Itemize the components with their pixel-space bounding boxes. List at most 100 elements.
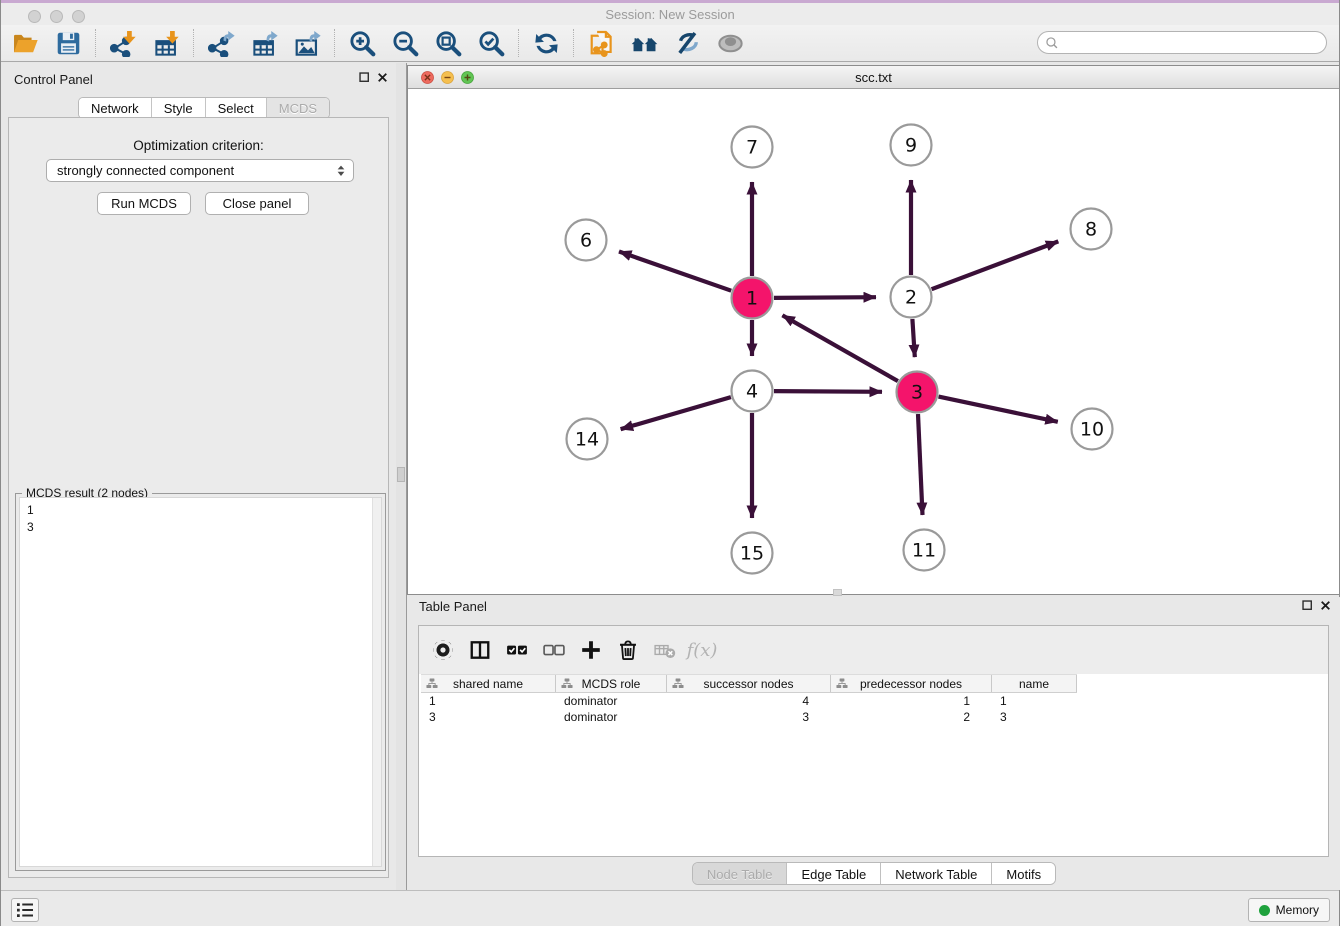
result-scrollbar[interactable] [372,498,381,866]
edge-3-10[interactable] [939,397,1058,422]
table-cell[interactable]: 2 [831,709,992,725]
close-network-icon[interactable] [421,71,434,84]
node-9[interactable]: 9 [891,125,932,166]
tab-network[interactable]: Network [79,98,152,118]
table-cell[interactable]: 3 [421,709,556,725]
node-11[interactable]: 11 [904,530,945,571]
unselect-all-columns-button[interactable] [538,633,570,667]
node-label: 6 [580,230,592,252]
memory-button[interactable]: Memory [1248,898,1330,922]
edge-2-3[interactable] [912,319,914,357]
create-column-button[interactable] [575,633,607,667]
zoom-selected-button[interactable] [473,27,509,59]
zoom-in-button[interactable] [344,27,380,59]
import-network-button[interactable] [105,27,141,59]
tab-motifs[interactable]: Motifs [992,863,1055,884]
minimize-network-icon[interactable] [441,71,454,84]
close-table-panel-icon[interactable] [1320,600,1331,611]
edge-2-8[interactable] [932,241,1059,289]
close-panel-icon[interactable] [377,72,388,83]
node-3[interactable]: 3 [897,372,938,413]
search-box[interactable] [1037,31,1327,54]
node-4[interactable]: 4 [732,371,773,412]
status-bar: Memory [1,890,1339,926]
edge-1-2[interactable] [774,297,876,298]
table-cell[interactable]: 1 [421,693,556,709]
network-canvas[interactable]: 1 2 3 4 6 7 8 9 10 11 14 15 [408,89,1339,594]
birdseye-icon [717,30,744,57]
export-image-button[interactable] [289,27,325,59]
column-header-shared-name[interactable]: shared name [421,675,556,692]
table-cell[interactable]: 1 [831,693,992,709]
open-session-button[interactable] [7,27,43,59]
new-network-from-selection-button[interactable] [583,27,619,59]
task-history-button[interactable] [11,898,39,922]
tab-style[interactable]: Style [152,98,206,118]
edge-3-1[interactable] [782,315,898,381]
node-1[interactable]: 1 [732,278,773,319]
splitter-handle[interactable] [397,467,405,482]
tab-edge-table[interactable]: Edge Table [787,863,881,884]
table-splitter-handle[interactable] [833,589,842,596]
search-input[interactable] [1059,36,1326,50]
table-cell[interactable]: dominator [556,693,667,709]
column-header-name[interactable]: name [992,675,1077,692]
table-cell[interactable]: 3 [992,709,1077,725]
mcds-result-textarea[interactable]: 13 [19,497,382,867]
network-graph[interactable]: 1 2 3 4 6 7 8 9 10 11 14 15 [408,89,1339,594]
save-session-button[interactable] [50,27,86,59]
run-mcds-button[interactable]: Run MCDS [97,192,191,215]
tab-node-table[interactable]: Node Table [693,863,788,884]
node-7[interactable]: 7 [732,127,773,168]
tab-network-table[interactable]: Network Table [881,863,992,884]
node-8[interactable]: 8 [1071,209,1112,250]
edge-4-3[interactable] [774,391,882,392]
zoom-fit-icon [435,30,462,57]
flow-icon [836,678,848,690]
import-table-button[interactable] [148,27,184,59]
edge-4-14[interactable] [621,397,731,429]
column-header-predecessor-nodes[interactable]: predecessor nodes [831,675,992,692]
apply-layout-button[interactable] [528,27,564,59]
export-network-button[interactable] [203,27,239,59]
close-panel-button[interactable]: Close panel [205,192,309,215]
maximize-network-icon[interactable] [461,71,474,84]
delete-columns-button[interactable] [612,633,644,667]
float-table-panel-icon[interactable] [1302,600,1313,611]
mcds-panel: Optimization criterion: strongly connect… [8,117,389,878]
node-15[interactable]: 15 [732,533,773,574]
table-cell[interactable]: 3 [667,709,831,725]
float-panel-icon[interactable] [359,72,370,83]
hide-graphics-details-button[interactable] [669,27,705,59]
first-neighbors-button[interactable] [626,27,662,59]
network-view-window: scc.txt 1 2 3 4 6 7 8 9 10 11 14 15 [407,65,1340,595]
tab-mcds[interactable]: MCDS [267,98,329,118]
node-label: 3 [911,382,923,404]
node-10[interactable]: 10 [1072,409,1113,450]
network-window-titlebar[interactable]: scc.txt [408,66,1339,89]
edge-3-11[interactable] [918,414,923,515]
table-row[interactable]: 3dominator323 [421,709,1326,725]
zoom-out-button[interactable] [387,27,423,59]
column-header-successor-nodes[interactable]: successor nodes [667,675,831,692]
select-all-columns-button[interactable] [501,633,533,667]
node-label: 1 [746,288,758,310]
edge-1-6[interactable] [619,252,731,291]
show-column-button[interactable] [464,633,496,667]
zoom-fit-button[interactable] [430,27,466,59]
criterion-select[interactable]: strongly connected component [46,159,354,182]
table-mode-button[interactable] [427,633,459,667]
export-table-button[interactable] [246,27,282,59]
node-label: 7 [746,137,758,159]
table-cell[interactable]: 1 [992,693,1077,709]
table-row[interactable]: 1dominator411 [421,693,1326,709]
table-cell[interactable]: dominator [556,709,667,725]
node-6[interactable]: 6 [566,220,607,261]
node-14[interactable]: 14 [567,419,608,460]
tab-select[interactable]: Select [206,98,267,118]
panel-splitter[interactable] [396,63,407,890]
node-2[interactable]: 2 [891,277,932,318]
function-builder-button: f(x) [686,633,718,667]
table-cell[interactable]: 4 [667,693,831,709]
column-header-MCDS-role[interactable]: MCDS role [556,675,667,692]
